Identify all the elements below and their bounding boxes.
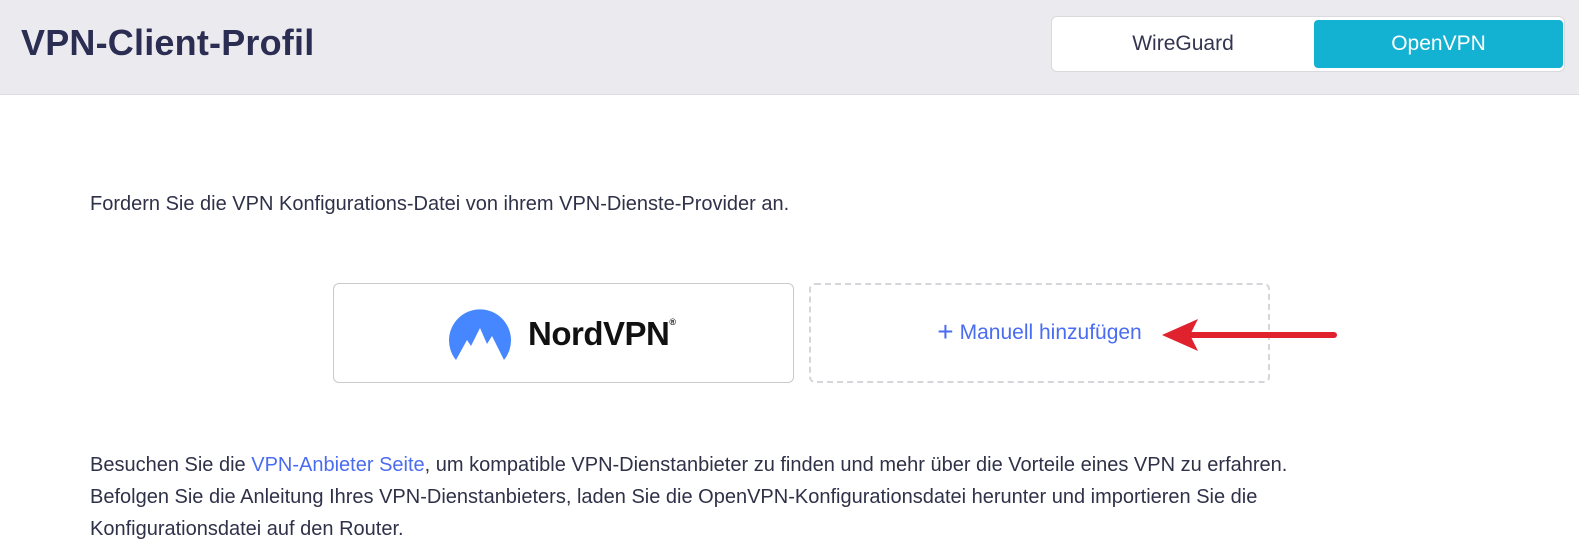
nordvpn-name: NordVPN [528,315,670,352]
nordvpn-logo-icon [449,309,511,360]
info-text-part1: Besuchen Sie die [90,454,252,476]
info-text-line2: Befolgen Sie die Anleitung Ihres VPN-Die… [90,486,1258,508]
page-title: VPN-Client-Profil [21,22,315,63]
red-arrow-icon [1162,319,1337,351]
protocol-switch: WireGuard OpenVPN [1051,16,1565,72]
intro-text: Fordern Sie die VPN Konfigurations-Datei… [90,193,790,215]
registered-mark: ® [669,317,676,327]
info-text: Besuchen Sie die VPN-Anbieter Seite, um … [90,449,1490,545]
add-manually-label: Manuell hinzufügen [959,321,1142,344]
plus-icon: + [937,316,954,347]
info-text-line3: Konfigurationsdatei auf den Router. [90,518,404,540]
tab-openvpn[interactable]: OpenVPN [1314,20,1563,68]
page-header: VPN-Client-Profil WireGuard OpenVPN [0,0,1579,95]
nordvpn-logo-text: NordVPN® [528,315,676,353]
nordvpn-provider-card[interactable]: NordVPN® [333,283,794,383]
vpn-provider-link[interactable]: VPN-Anbieter Seite [251,454,424,476]
tab-wireguard[interactable]: WireGuard [1055,20,1311,68]
info-text-part2: , um kompatible VPN-Dienstanbieter zu fi… [424,454,1288,476]
